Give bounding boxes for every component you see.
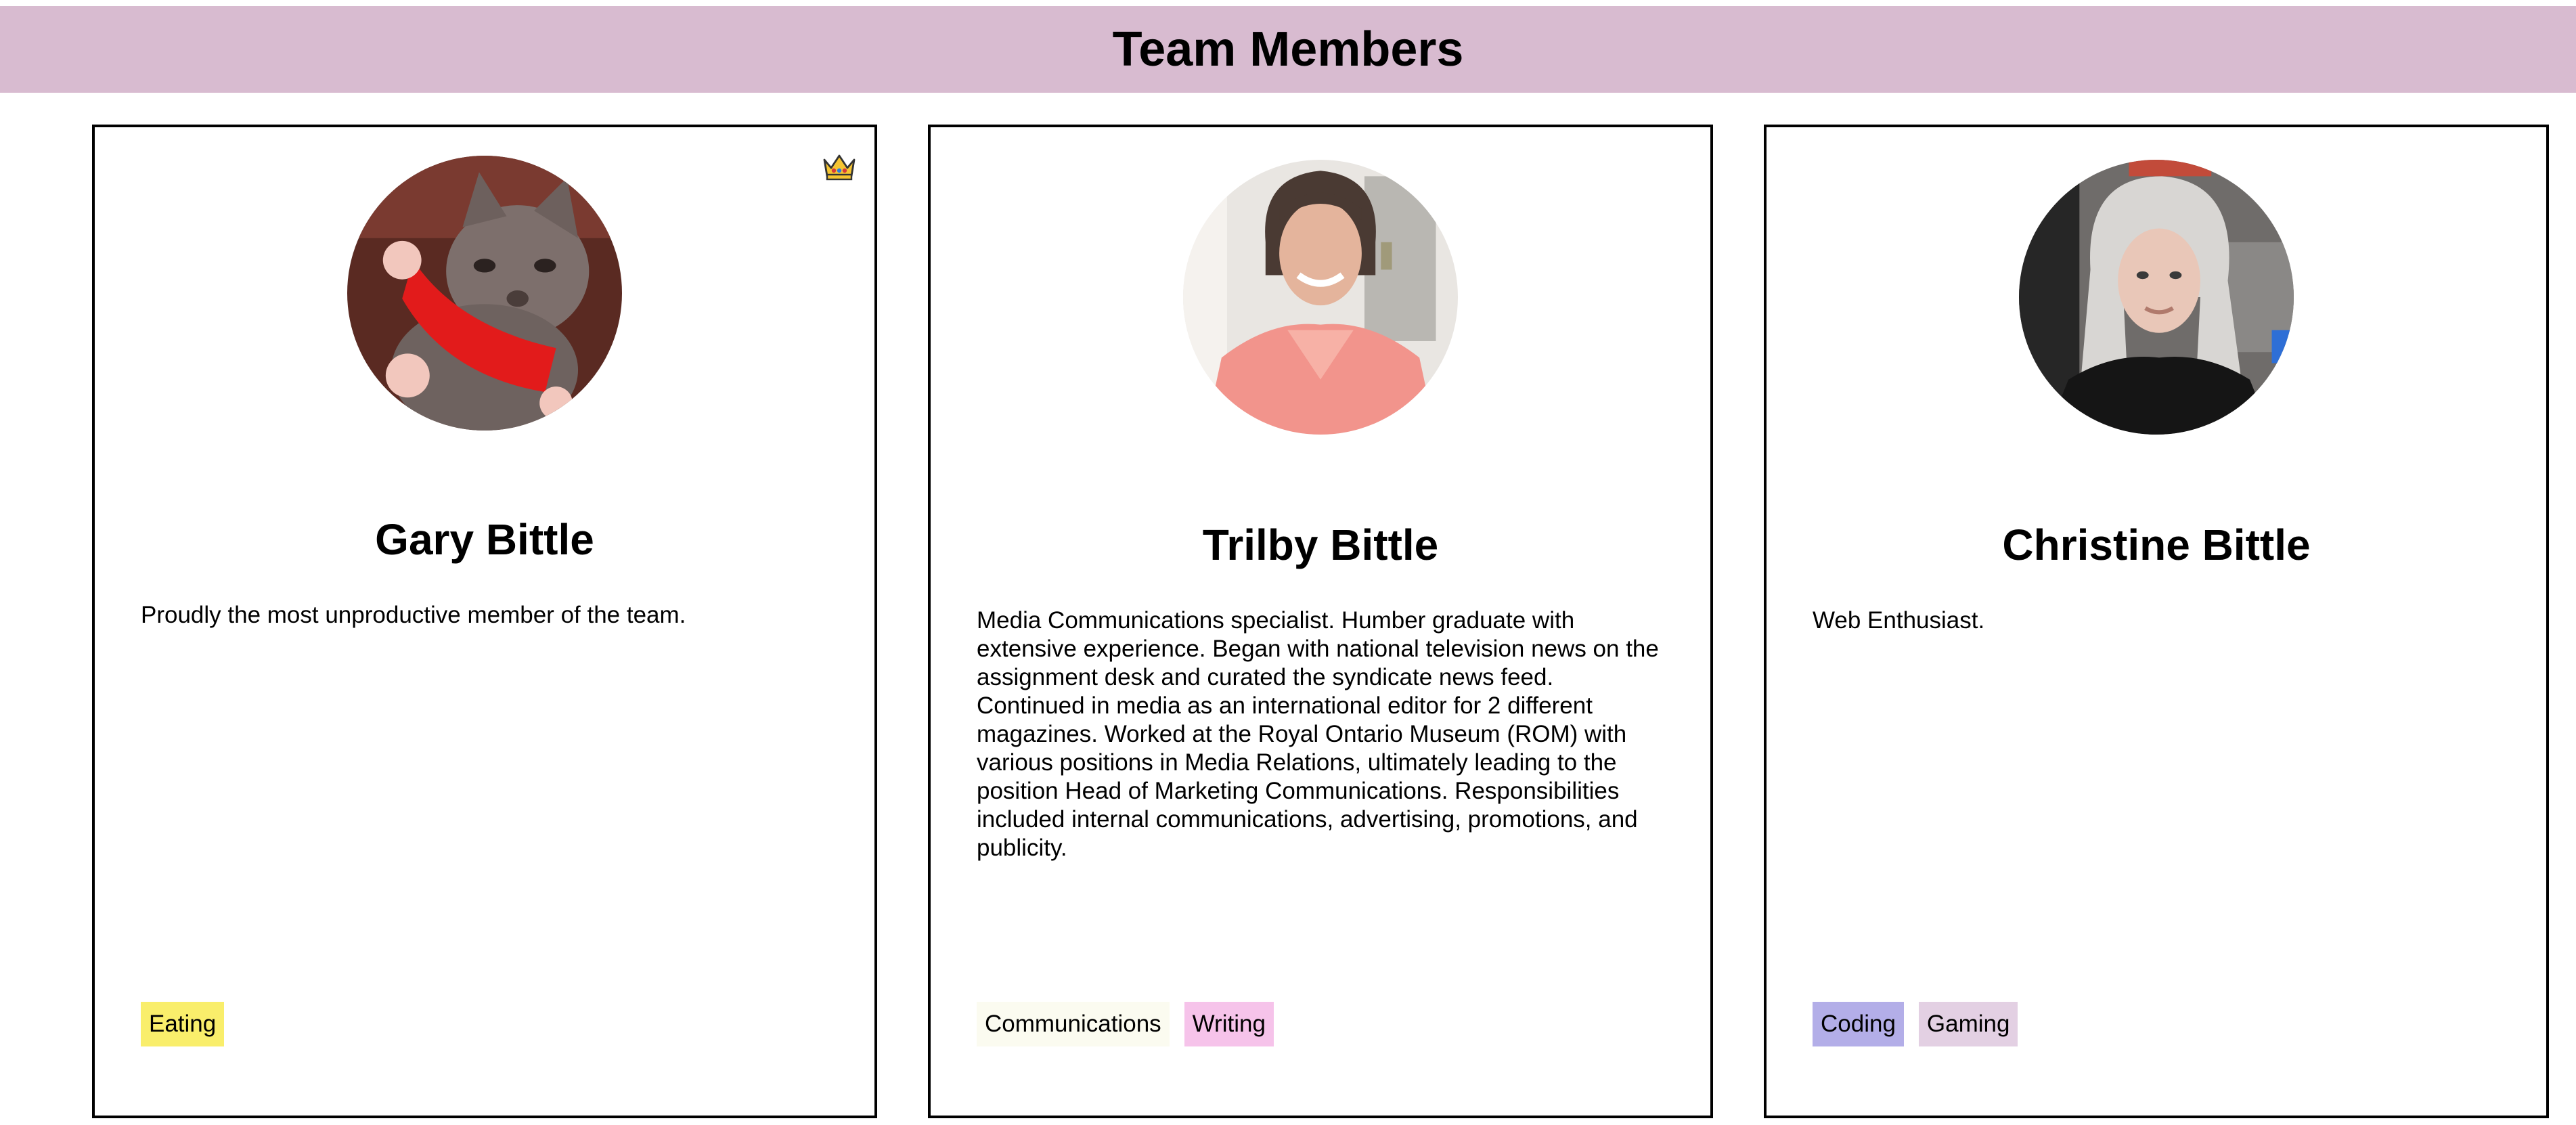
- member-tags: Communications Writing: [977, 1002, 1274, 1046]
- page-header: Team Members: [0, 6, 2576, 93]
- tag-communications: Communications: [977, 1002, 1170, 1046]
- member-photo-trilby: [1183, 160, 1458, 435]
- member-bio: Web Enthusiast.: [1813, 607, 1985, 634]
- crown-icon: [823, 154, 856, 181]
- tag-gaming: Gaming: [1918, 1002, 2018, 1046]
- member-tags: Coding Gaming: [1813, 1002, 2018, 1046]
- member-bio: Media Communications specialist. Humber …: [977, 607, 1659, 861]
- tag-writing: Writing: [1184, 1002, 1274, 1046]
- member-photo-cat: [347, 156, 622, 431]
- tag-eating: Eating: [141, 1002, 225, 1046]
- member-name: Christine Bittle: [2002, 521, 2311, 569]
- member-card-christine: Christine Bittle Web Enthusiast. Coding …: [1764, 125, 2549, 1118]
- tag-coding: Coding: [1813, 1002, 1904, 1046]
- member-tags: Eating: [141, 1002, 225, 1046]
- member-photo-christine: [2019, 160, 2294, 435]
- page-title: Team Members: [1112, 22, 1464, 76]
- member-name: Trilby Bittle: [1202, 521, 1439, 569]
- member-card-trilby: Trilby Bittle Media Communications speci…: [928, 125, 1713, 1118]
- member-bio: Proudly the most unproductive member of …: [141, 602, 686, 628]
- member-name: Gary Bittle: [375, 515, 594, 564]
- member-card-gary: Gary Bittle Proudly the most unproductiv…: [92, 125, 877, 1118]
